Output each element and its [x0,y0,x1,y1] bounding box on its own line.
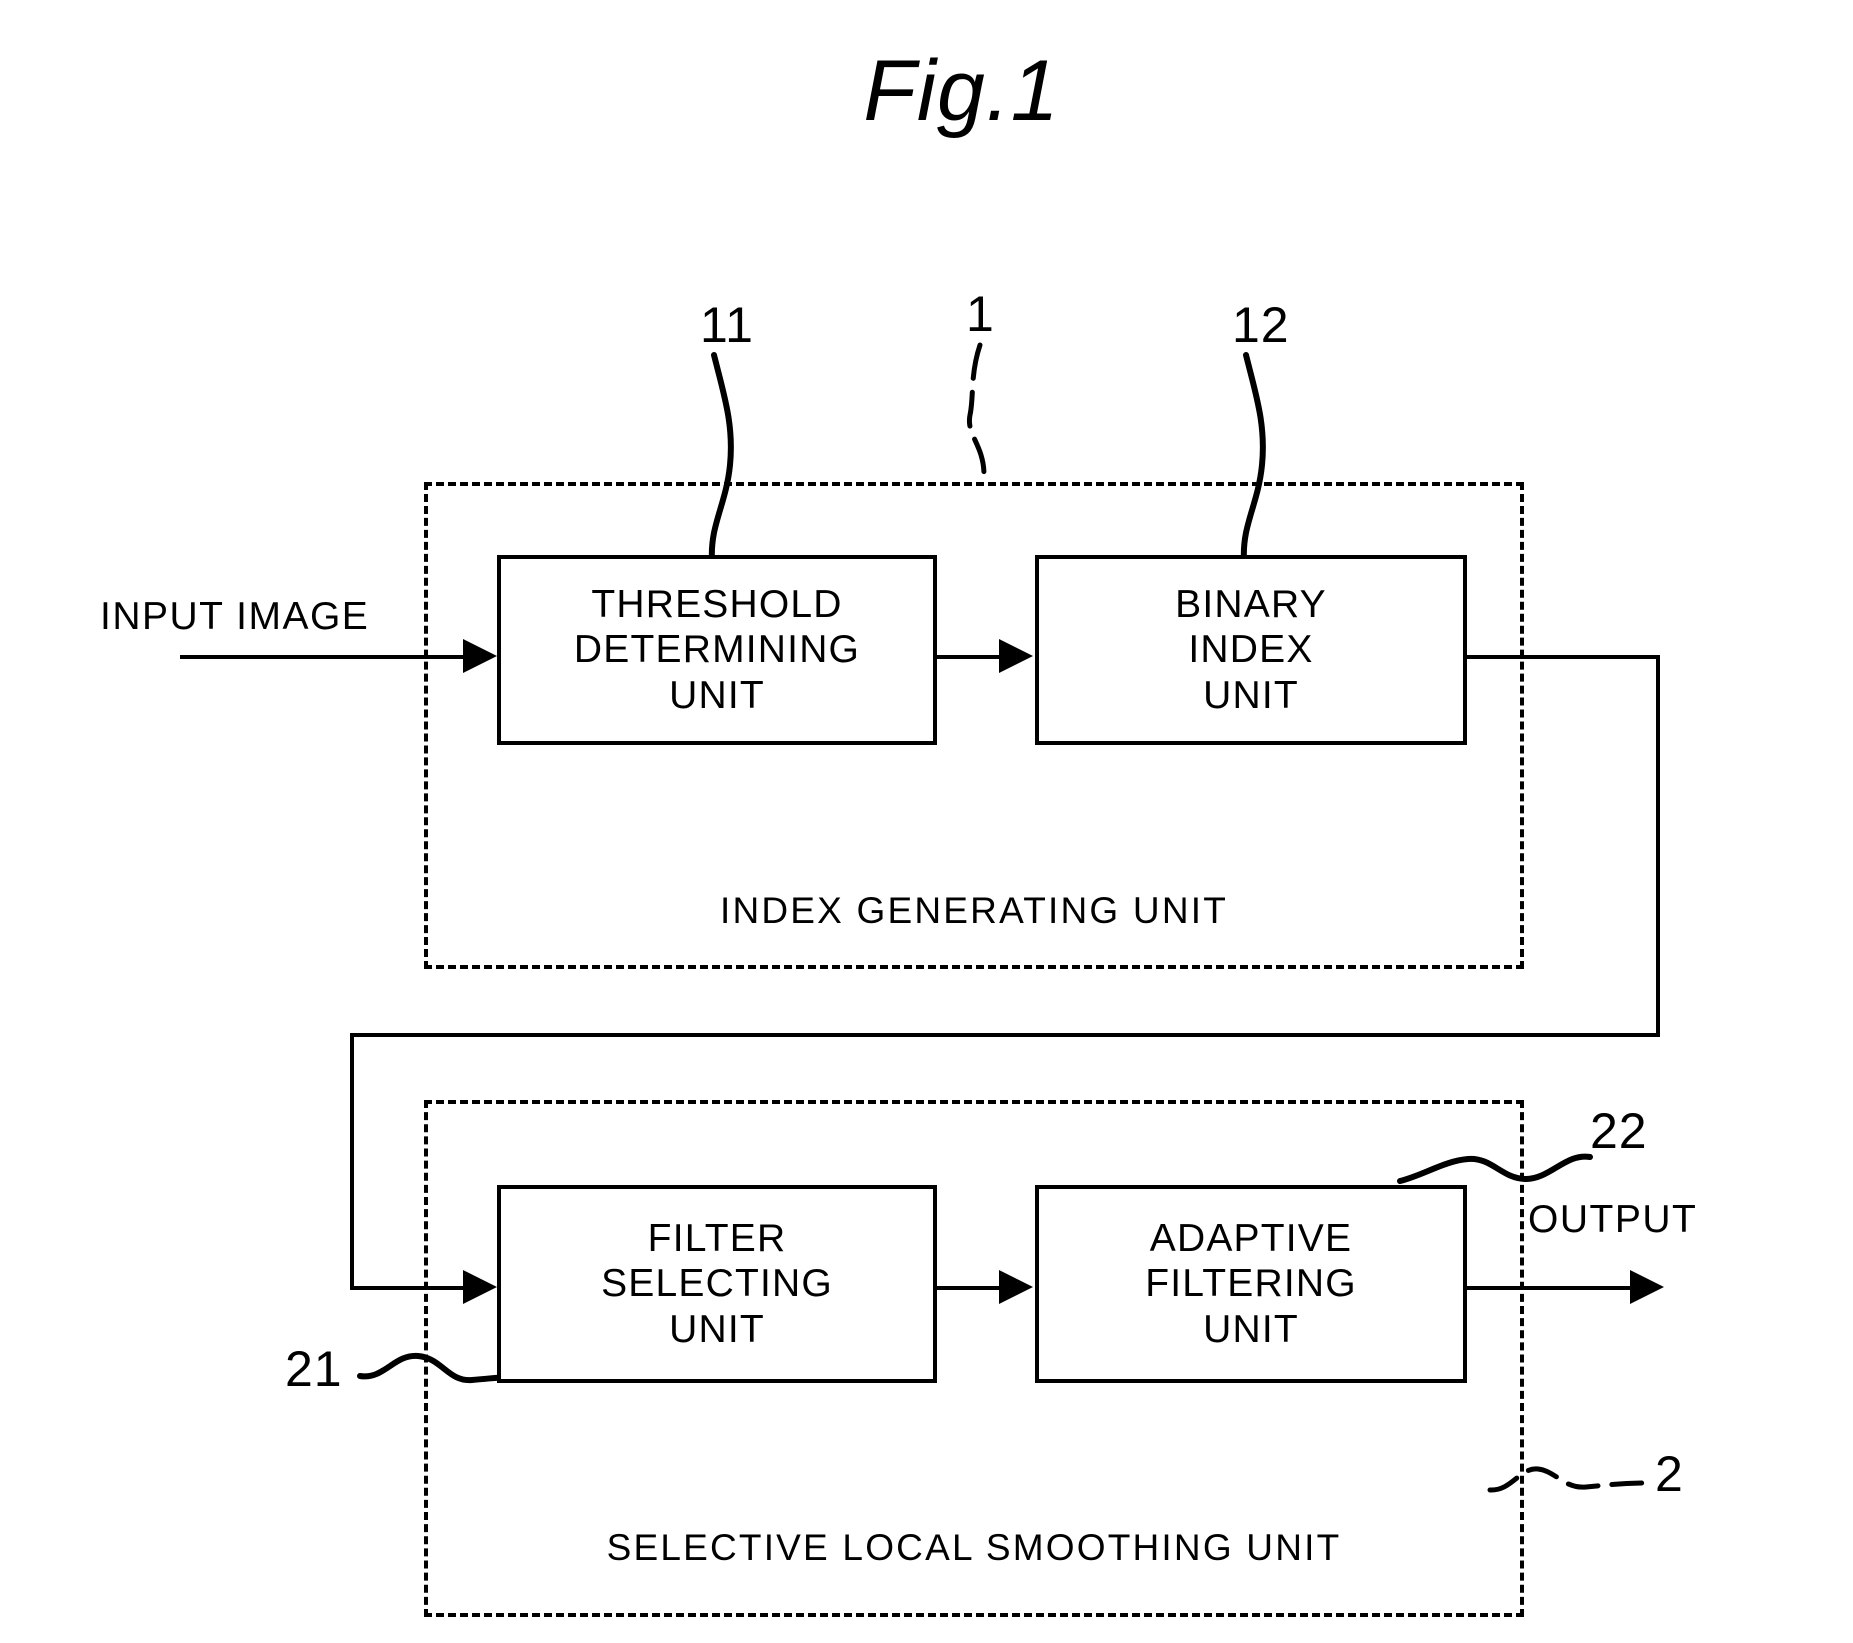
filter-to-adaptive-arrowhead [999,1270,1033,1304]
ref-numeral-21: 21 [285,1341,343,1397]
index-generating-unit-label: INDEX GENERATING UNIT [719,890,1229,931]
index-output-arrowhead [463,1270,497,1304]
ref-numeral-12: 12 [1232,297,1290,353]
output-label: OUTPUT [1528,1198,1698,1241]
threshold-determining-unit-line-3: UNIT [669,673,765,717]
adaptive-filtering-unit-box[interactable]: ADAPTIVE FILTERING UNIT [1035,1185,1467,1383]
index-output-connector-top [1467,655,1660,659]
filter-selecting-unit-box[interactable]: FILTER SELECTING UNIT [497,1185,937,1383]
filter-selecting-unit-line-1: FILTER [647,1217,787,1261]
leader-line-2 [1487,1466,1651,1493]
threshold-to-binary-connector [937,655,1001,659]
filter-selecting-unit-line-3: UNIT [669,1307,765,1351]
adaptive-filtering-unit-line-2: FILTERING [1145,1262,1357,1306]
figure-title: Fig.1 [863,43,1060,139]
binary-index-unit-line-3: UNIT [1203,673,1299,717]
threshold-determining-unit-line-1: THRESHOLD [591,583,843,627]
ref-numeral-1: 1 [966,286,995,342]
leader-line-12 [1240,352,1266,563]
threshold-determining-unit-box[interactable]: THRESHOLD DETERMINING UNIT [497,555,937,745]
adaptive-filtering-unit-line-3: UNIT [1203,1307,1299,1351]
input-image-arrowhead [463,639,497,673]
leader-line-11 [708,352,734,563]
index-output-connector-right [1656,655,1660,1037]
output-arrowhead [1630,1270,1664,1304]
patent-figure-page: Fig.1 INDEX GENERATING UNIT 1 THRESHOLD … [0,0,1853,1643]
output-connector [1467,1286,1632,1290]
input-image-label: INPUT IMAGE [100,595,370,638]
filter-to-adaptive-connector [937,1286,1001,1290]
adaptive-filtering-unit-line-1: ADAPTIVE [1149,1217,1353,1261]
binary-index-unit-line-2: INDEX [1188,628,1314,672]
index-output-connector-left [350,1033,354,1286]
threshold-to-binary-arrowhead [999,639,1033,673]
filter-selecting-unit-line-2: SELECTING [601,1262,833,1306]
selective-local-smoothing-unit-label: SELECTIVE LOCAL SMOOTHING UNIT [606,1527,1342,1568]
index-output-connector-bottom [350,1033,1660,1037]
threshold-determining-unit-line-2: DETERMINING [573,628,861,672]
ref-numeral-11: 11 [700,297,754,353]
input-image-connector [180,655,465,659]
leader-line-1 [966,342,987,478]
binary-index-unit-box[interactable]: BINARY INDEX UNIT [1035,555,1467,745]
binary-index-unit-line-1: BINARY [1175,583,1327,627]
